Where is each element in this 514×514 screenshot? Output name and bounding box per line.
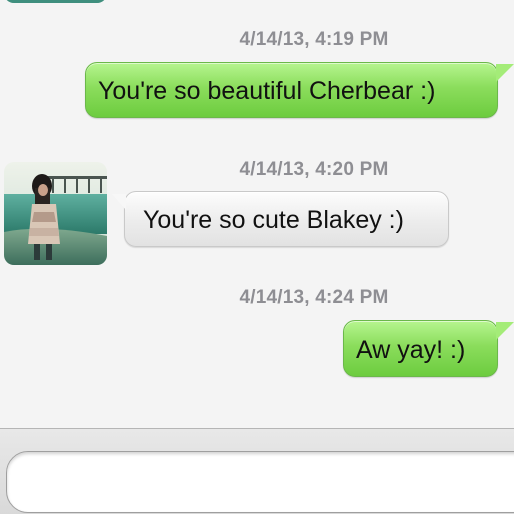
message-timestamp: 4/14/13, 4:20 PM [239,159,389,180]
message-input[interactable] [6,451,514,513]
contact-photo [4,0,107,3]
message-composer-bar [0,428,514,514]
contact-avatar[interactable] [4,162,107,265]
contact-avatar[interactable] [4,0,107,3]
contact-photo [4,162,107,265]
outgoing-bubble-tail [496,64,514,82]
outgoing-message-bubble[interactable]: Aw yay! :) [343,320,498,377]
chat-screen: 4/14/13, 4:19 PM You're so beautiful Che… [0,0,514,514]
incoming-message-bubble[interactable]: You're so cute Blakey :) [124,191,449,247]
outgoing-message-bubble[interactable]: You're so beautiful Cherbear :) [85,62,498,118]
message-timestamp: 4/14/13, 4:24 PM [239,287,389,308]
outgoing-bubble-tail [496,322,514,340]
message-timestamp: 4/14/13, 4:19 PM [239,29,389,50]
incoming-bubble-tail [112,194,126,210]
